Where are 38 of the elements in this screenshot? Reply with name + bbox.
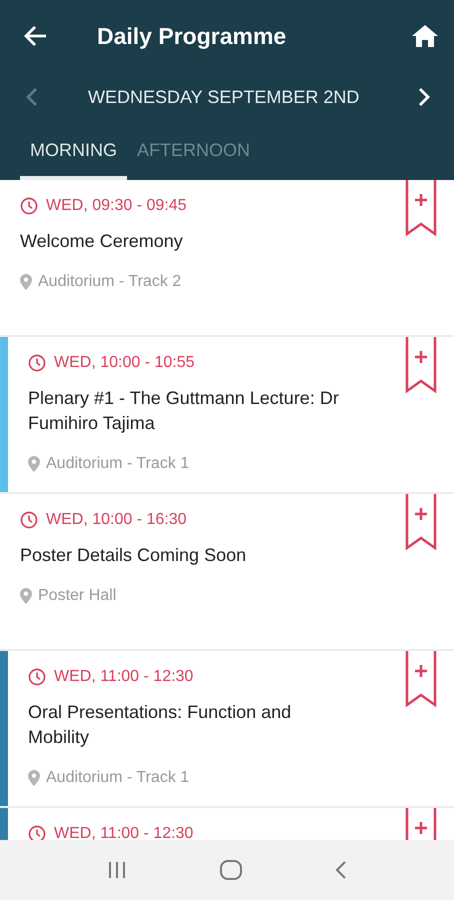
- session-location: Auditorium - Track 1: [46, 768, 190, 788]
- session-title: Plenary #1 - The Guttmann Lecture: Dr Fumihiro Tajima: [28, 387, 340, 435]
- clock-icon: [28, 668, 46, 686]
- location-pin-icon: [20, 588, 32, 604]
- session-title: Oral Presentations: Function and Mobility: [28, 701, 292, 749]
- location-pin-icon: [28, 770, 40, 786]
- bookmark-add-icon[interactable]: [405, 180, 437, 238]
- bookmark-add-icon[interactable]: [405, 651, 437, 709]
- bookmark-add-icon[interactable]: [405, 337, 437, 395]
- back-arrow-icon[interactable]: [24, 25, 48, 47]
- date-label: WEDNESDAY SEPTEMBER 2ND: [88, 86, 360, 108]
- location-pin-icon: [20, 274, 32, 290]
- session-title: Poster Details Coming Soon: [20, 544, 248, 567]
- session-location: Auditorium - Track 1: [46, 454, 190, 474]
- page-title: Daily Programme: [97, 22, 286, 51]
- session-time: WED, 10:00 - 16:30: [46, 510, 187, 530]
- session-card[interactable]: WED, 11:00 - 12:30: [0, 808, 454, 840]
- session-location: Auditorium - Track 2: [38, 272, 182, 292]
- session-title: Welcome Ceremony: [20, 230, 184, 253]
- clock-icon: [20, 197, 38, 215]
- session-card[interactable]: WED, 09:30 - 09:45 Welcome Ceremony Auditorium - Track 2: [0, 180, 454, 335]
- session-card[interactable]: WED, 10:00 - 10:55 Plenary #1 - The Guttmann Lecture: Dr Fumihiro Tajima Auditorium - Track 1: [0, 337, 454, 492]
- clock-icon: [20, 511, 38, 529]
- session-time: WED, 11:00 - 12:30: [54, 824, 194, 840]
- session-time: WED, 11:00 - 12:30: [54, 667, 194, 687]
- back-icon[interactable]: [335, 860, 348, 880]
- session-location: Poster Hall: [38, 586, 116, 606]
- home-icon[interactable]: [412, 25, 438, 47]
- clock-icon: [28, 354, 46, 372]
- session-card[interactable]: WED, 10:00 - 16:30 Poster Details Coming Soon Poster Hall: [0, 494, 454, 649]
- session-time: WED, 09:30 - 09:45: [46, 196, 187, 216]
- clock-icon: [28, 825, 46, 840]
- session-card[interactable]: WED, 11:00 - 12:30 Oral Presentations: Function and Mobility Auditorium - Track 1: [0, 651, 454, 806]
- recent-apps-icon[interactable]: [106, 861, 127, 879]
- location-pin-icon: [28, 456, 40, 472]
- bookmark-add-icon[interactable]: [405, 494, 437, 552]
- session-time: WED, 10:00 - 10:55: [54, 353, 195, 373]
- next-day-icon[interactable]: [418, 87, 430, 107]
